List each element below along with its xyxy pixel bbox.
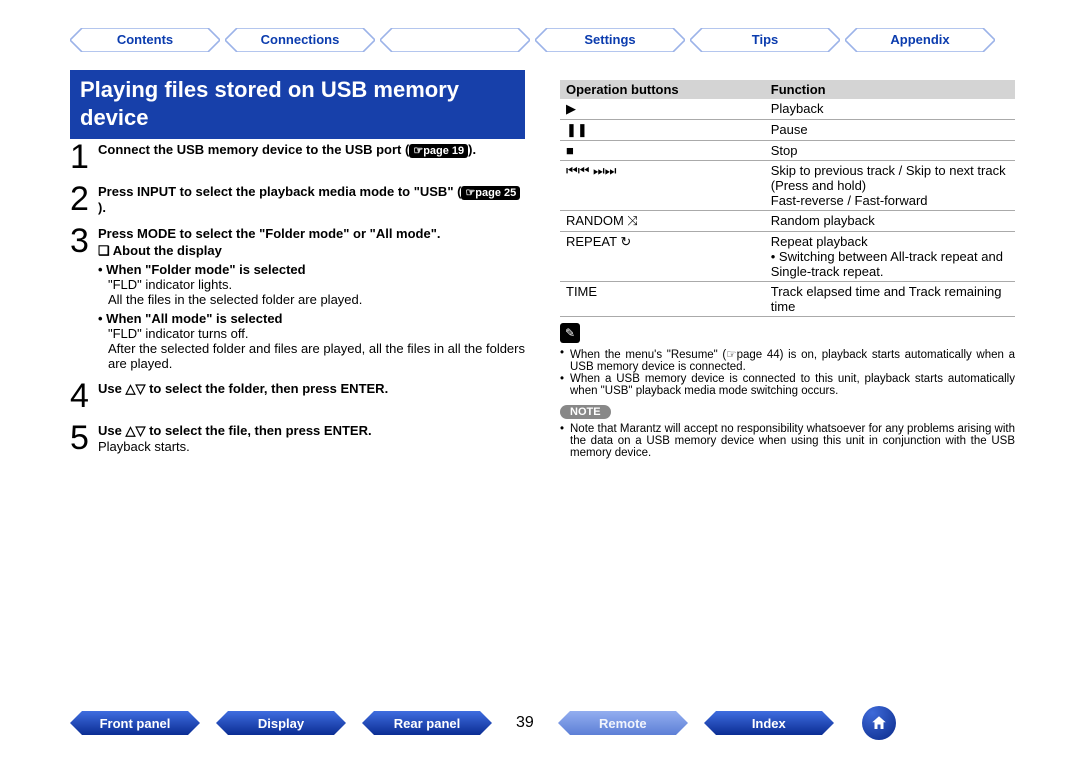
step-1-text-a: Connect the USB memory device to the USB… — [98, 142, 409, 157]
step-5: 5 Use △▽ to select the file, then press … — [70, 423, 525, 455]
page-link-25[interactable]: ☞page 25 — [461, 186, 520, 200]
tab-playback-current — [380, 28, 530, 52]
step-1-number: 1 — [70, 140, 98, 174]
nav-rear-panel-label: Rear panel — [362, 711, 492, 735]
btn-play-icon: ▶ — [560, 99, 765, 120]
table-header-buttons: Operation buttons — [560, 80, 765, 99]
page-link-19[interactable]: ☞page 19 — [409, 144, 468, 158]
top-nav: Contents Connections Settings Tips Appen… — [70, 28, 1030, 58]
all-mode-l2: After the selected folder and files are … — [98, 341, 525, 371]
about-display-title: About the display — [98, 243, 525, 259]
fn-skip: Skip to previous track / Skip to next tr… — [765, 161, 1015, 211]
step-2: 2 Press INPUT to select the playback med… — [70, 184, 525, 216]
btn-stop-icon: ■ — [560, 141, 765, 161]
step-4: 4 Use △▽ to select the folder, then pres… — [70, 381, 525, 413]
fn-stop: Stop — [765, 141, 1015, 161]
step-5-sub: Playback starts. — [98, 439, 525, 454]
pencil-notes: •When the menu's "Resume" (☞page 44) is … — [560, 347, 1015, 397]
step-4-number: 4 — [70, 379, 98, 413]
step-2-number: 2 — [70, 182, 98, 216]
btn-repeat: REPEAT ↻ — [560, 232, 765, 282]
folder-mode-title: When "Folder mode" is selected — [98, 262, 306, 277]
table-row: REPEAT ↻Repeat playback • Switching betw… — [560, 232, 1015, 282]
step-3-number: 3 — [70, 224, 98, 371]
step-3-text: Press MODE to select the "Folder mode" o… — [98, 226, 525, 241]
tab-contents[interactable]: Contents — [70, 28, 220, 52]
right-column: Operation buttons Function ▶Playback ❚❚P… — [560, 80, 1015, 459]
pencil-icon: ✎ — [560, 323, 580, 343]
fn-repeat: Repeat playback • Switching between All-… — [765, 232, 1015, 282]
table-row: ⏮⏮ ⏭⏭Skip to previous track / Skip to ne… — [560, 161, 1015, 211]
nav-front-panel[interactable]: Front panel — [70, 711, 200, 735]
step-2-text-b: ). — [98, 200, 106, 215]
operation-table: Operation buttons Function ▶Playback ❚❚P… — [560, 80, 1015, 317]
pencil-note-1: When the menu's "Resume" (☞page 44) is o… — [570, 347, 1015, 373]
page-heading: Playing files stored on USB memory devic… — [70, 70, 525, 139]
btn-time: TIME — [560, 282, 765, 317]
btn-skip-icon: ⏮⏮ ⏭⏭ — [560, 161, 765, 211]
nav-index-label: Index — [704, 711, 834, 735]
tab-appendix-label: Appendix — [845, 32, 995, 47]
nav-index[interactable]: Index — [704, 711, 834, 735]
folder-mode-l2: All the files in the selected folder are… — [98, 292, 525, 307]
table-row: ■Stop — [560, 141, 1015, 161]
folder-mode-l1: "FLD" indicator lights. — [98, 277, 525, 292]
table-row: ▶Playback — [560, 99, 1015, 120]
step-5-text: Use △▽ to select the file, then press EN… — [98, 423, 525, 439]
fn-random: Random playback — [765, 211, 1015, 232]
tab-tips[interactable]: Tips — [690, 28, 840, 52]
step-3: 3 Press MODE to select the "Folder mode"… — [70, 226, 525, 371]
tab-connections[interactable]: Connections — [225, 28, 375, 52]
all-mode-l1: "FLD" indicator turns off. — [98, 326, 525, 341]
nav-rear-panel[interactable]: Rear panel — [362, 711, 492, 735]
fn-time: Track elapsed time and Track remaining t… — [765, 282, 1015, 317]
nav-display[interactable]: Display — [216, 711, 346, 735]
btn-pause-icon: ❚❚ — [560, 120, 765, 141]
home-icon — [870, 714, 888, 732]
tab-connections-label: Connections — [225, 32, 375, 47]
page-number: 39 — [516, 714, 534, 732]
nav-remote-label: Remote — [558, 711, 688, 735]
step-5-number: 5 — [70, 421, 98, 455]
nav-remote[interactable]: Remote — [558, 711, 688, 735]
tab-tips-label: Tips — [690, 32, 840, 47]
note-items: •Note that Marantz will accept no respon… — [560, 423, 1015, 459]
fn-pause: Pause — [765, 120, 1015, 141]
step-2-text-a: Press INPUT to select the playback media… — [98, 184, 461, 199]
btn-random: RANDOM ⤨ — [560, 211, 765, 232]
tab-settings-label: Settings — [535, 32, 685, 47]
tab-contents-label: Contents — [70, 32, 220, 47]
step-4-text: Use △▽ to select the folder, then press … — [98, 381, 525, 397]
table-row: TIMETrack elapsed time and Track remaini… — [560, 282, 1015, 317]
bottom-nav: Front panel Display Rear panel 39 Remote… — [70, 707, 1020, 739]
nav-display-label: Display — [216, 711, 346, 735]
step-1-text-b: ). — [468, 142, 476, 157]
nav-front-panel-label: Front panel — [70, 711, 200, 735]
tab-settings[interactable]: Settings — [535, 28, 685, 52]
step-1: 1 Connect the USB memory device to the U… — [70, 142, 525, 174]
tab-appendix[interactable]: Appendix — [845, 28, 995, 52]
note-item-1: Note that Marantz will accept no respons… — [570, 423, 1015, 459]
all-mode-title: When "All mode" is selected — [98, 311, 282, 326]
table-row: RANDOM ⤨Random playback — [560, 211, 1015, 232]
table-row: ❚❚Pause — [560, 120, 1015, 141]
steps-column: 1 Connect the USB memory device to the U… — [70, 142, 525, 465]
fn-play: Playback — [765, 99, 1015, 120]
note-badge: NOTE — [560, 405, 611, 419]
home-button[interactable] — [862, 706, 896, 740]
pencil-note-2: When a USB memory device is connected to… — [570, 373, 1015, 397]
table-header-function: Function — [765, 80, 1015, 99]
